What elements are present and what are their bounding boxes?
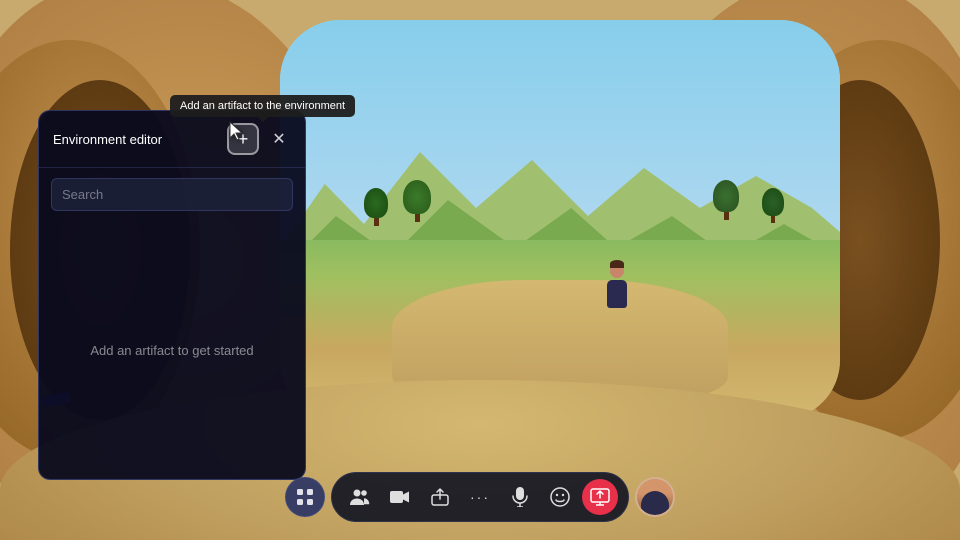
- emoji-button[interactable]: [542, 479, 578, 515]
- microphone-button[interactable]: [502, 479, 538, 515]
- apps-button[interactable]: [285, 477, 325, 517]
- tree-3: [713, 180, 739, 220]
- video-button[interactable]: [382, 479, 418, 515]
- toolbar-pill: ···: [331, 472, 629, 522]
- share-button[interactable]: [422, 479, 458, 515]
- grid-icon: [296, 488, 314, 506]
- avatar-silhouette: [641, 491, 669, 515]
- tree-4: [762, 188, 784, 223]
- avatar-image: [637, 479, 673, 515]
- panel-body: Add an artifact to get started: [39, 221, 305, 479]
- search-container: [39, 168, 305, 221]
- panel-title: Environment editor: [53, 132, 162, 147]
- screen-share-button[interactable]: [582, 479, 618, 515]
- empty-state-message: Add an artifact to get started: [90, 343, 253, 358]
- panel-header: Environment editor + ✕: [39, 111, 305, 168]
- more-icon: ···: [470, 489, 490, 505]
- participants-button[interactable]: [342, 479, 378, 515]
- close-icon: ✕: [272, 129, 285, 149]
- video-icon: [390, 489, 410, 505]
- tree-2: [403, 180, 431, 222]
- microphone-icon: [512, 487, 528, 507]
- window-view: [280, 20, 840, 420]
- participants-icon: [350, 488, 370, 506]
- user-avatar-button[interactable]: [635, 477, 675, 517]
- add-artifact-button[interactable]: +: [227, 123, 259, 155]
- share-icon: [431, 488, 449, 506]
- environment-editor-panel: Environment editor + ✕ Add an artifact t…: [38, 110, 306, 480]
- screen-share-active-icon: [590, 488, 610, 506]
- close-panel-button[interactable]: ✕: [267, 127, 291, 151]
- search-input[interactable]: [51, 178, 293, 211]
- plus-icon: +: [238, 130, 249, 148]
- more-button[interactable]: ···: [462, 479, 498, 515]
- bottom-toolbar: ···: [285, 472, 675, 522]
- panel-header-actions: + ✕: [227, 123, 291, 155]
- emoji-icon: [550, 487, 570, 507]
- tree-1: [364, 188, 388, 226]
- scene-avatar: [607, 280, 627, 308]
